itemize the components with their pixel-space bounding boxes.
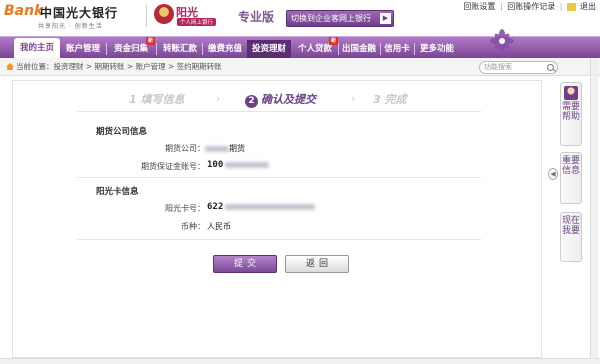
back-button[interactable]: 返回	[285, 255, 349, 273]
folder-icon	[567, 2, 576, 11]
step-arrow: ›	[216, 92, 221, 105]
logo-divider	[146, 5, 147, 27]
breadcrumb-bar: 当前位置：投资理财 > 期期转账 > 账户管理 > 签约期期转账 功能搜索	[0, 58, 600, 76]
bank-name: 中国光大银行	[40, 6, 119, 20]
link-operation-log[interactable]: 回账操作记录	[507, 2, 555, 11]
nav-personal-loan[interactable]: 个人贷款 新	[293, 37, 338, 58]
important-info-tab[interactable]: 重要信息	[560, 152, 582, 204]
link-separator: |	[499, 2, 503, 11]
sunshine-emblem-icon	[154, 4, 174, 24]
link-separator: |	[559, 2, 563, 11]
divider	[77, 239, 481, 240]
nav-home[interactable]: 我的主页	[14, 38, 60, 59]
nav-separator	[156, 43, 157, 55]
main-content: 1 填写信息 › 2 确认及提交 › 3 完成 期货公司信息 期货公司： 期货 期…	[12, 80, 542, 358]
step-complete: 3 完成	[373, 93, 407, 106]
futures-company-value: 期货	[205, 143, 245, 154]
switch-corporate-button[interactable]: 切换到企业客网上银行 ▶	[286, 10, 394, 27]
currency-label: 币种：	[181, 222, 205, 231]
nav-fund-collect[interactable]: 资金归集 新	[108, 37, 155, 58]
logout-link[interactable]: 退出	[567, 2, 596, 11]
futures-account-prefix: 100	[207, 160, 224, 170]
step-fill-info: 1 填写信息	[129, 93, 185, 106]
switch-label: 切换到企业客网上银行	[291, 14, 371, 23]
avatar	[564, 86, 578, 100]
nav-label: 资金归集	[113, 44, 148, 54]
flower-decoration-icon	[490, 29, 514, 53]
search-placeholder: 功能搜索	[484, 63, 512, 71]
currency-value: 人民币	[207, 222, 231, 231]
link-settings[interactable]: 回账设置	[463, 2, 495, 11]
edition-label: 专业版	[238, 10, 275, 24]
divider	[77, 111, 481, 112]
nav-credit-card[interactable]: 信用卡	[381, 40, 413, 58]
nav-transfer[interactable]: 转账汇款	[158, 40, 202, 58]
nav-label: 个人贷款	[297, 44, 332, 54]
need-help-tab[interactable]: 需要帮助	[560, 82, 582, 146]
card-section-title: 阳光卡信息	[96, 187, 139, 197]
nav-account[interactable]: 账户管理	[62, 40, 104, 58]
search-icon[interactable]	[547, 64, 554, 71]
new-badge: 新	[329, 37, 338, 45]
side-panel: ◀ 需要帮助 重要信息 现在我要	[548, 80, 588, 358]
function-search-input[interactable]: 功能搜索	[479, 61, 558, 74]
step-number: 2	[245, 95, 258, 108]
sunshine-logo: 阳光 个人网上银行	[152, 3, 218, 29]
card-number-value: 622	[207, 202, 316, 212]
brand-subtitle: 个人网上银行	[177, 18, 217, 26]
progress-steps: 1 填写信息 › 2 确认及提交 › 3 完成	[13, 91, 543, 108]
bank-slogan: 共享阳光 · 创新生活	[38, 23, 103, 30]
step-label: 确认及提交	[261, 93, 316, 106]
logout-label: 退出	[580, 2, 596, 11]
logo-en: Bank	[4, 3, 44, 19]
bank-logo[interactable]: Bank 中国光大银行 共享阳光 · 创新生活	[4, 3, 144, 30]
top-links: 回账设置 | 回账操作记录 | 退出	[461, 1, 596, 12]
vertical-scrollbar[interactable]	[590, 58, 598, 358]
redacted-block	[225, 203, 316, 210]
futures-account-value: 100	[207, 160, 270, 170]
card-number-prefix: 622	[207, 202, 224, 212]
futures-company-suffix: 期货	[229, 144, 245, 153]
breadcrumb-text[interactable]: 当前位置：投资理财 > 期期转账 > 账户管理 > 签约期期转账	[16, 62, 222, 71]
step-confirm-submit: 2 确认及提交	[245, 91, 316, 108]
nav-investment[interactable]: 投资理财	[247, 40, 291, 58]
nav-separator	[106, 43, 107, 55]
card-number-label: 阳光卡号：	[165, 204, 205, 213]
step-arrow: ›	[351, 92, 356, 105]
nav-more[interactable]: 更多功能	[415, 40, 459, 58]
help-label: 需要帮助	[561, 102, 580, 122]
home-icon[interactable]	[6, 63, 14, 70]
breadcrumb: 当前位置：投资理财 > 期期转账 > 账户管理 > 签约期期转账	[6, 61, 222, 72]
collapse-panel-button[interactable]: ◀	[548, 168, 558, 180]
horizontal-scrollbar[interactable]	[0, 358, 600, 364]
futures-account-label: 期货保证金账号：	[141, 162, 205, 171]
redacted-block	[225, 161, 270, 168]
divider	[77, 177, 481, 178]
i-want-now-tab[interactable]: 现在我要	[560, 212, 582, 262]
new-badge: 新	[146, 37, 155, 45]
futures-section-title: 期货公司信息	[96, 127, 148, 137]
nav-overseas[interactable]: 出国金融	[339, 40, 379, 58]
submit-button[interactable]: 提交	[213, 255, 277, 273]
redacted-block	[205, 145, 229, 152]
futures-company-label: 期货公司：	[165, 144, 205, 153]
play-arrow-icon: ▶	[380, 13, 391, 24]
nav-payment[interactable]: 缴费充值	[203, 40, 247, 58]
